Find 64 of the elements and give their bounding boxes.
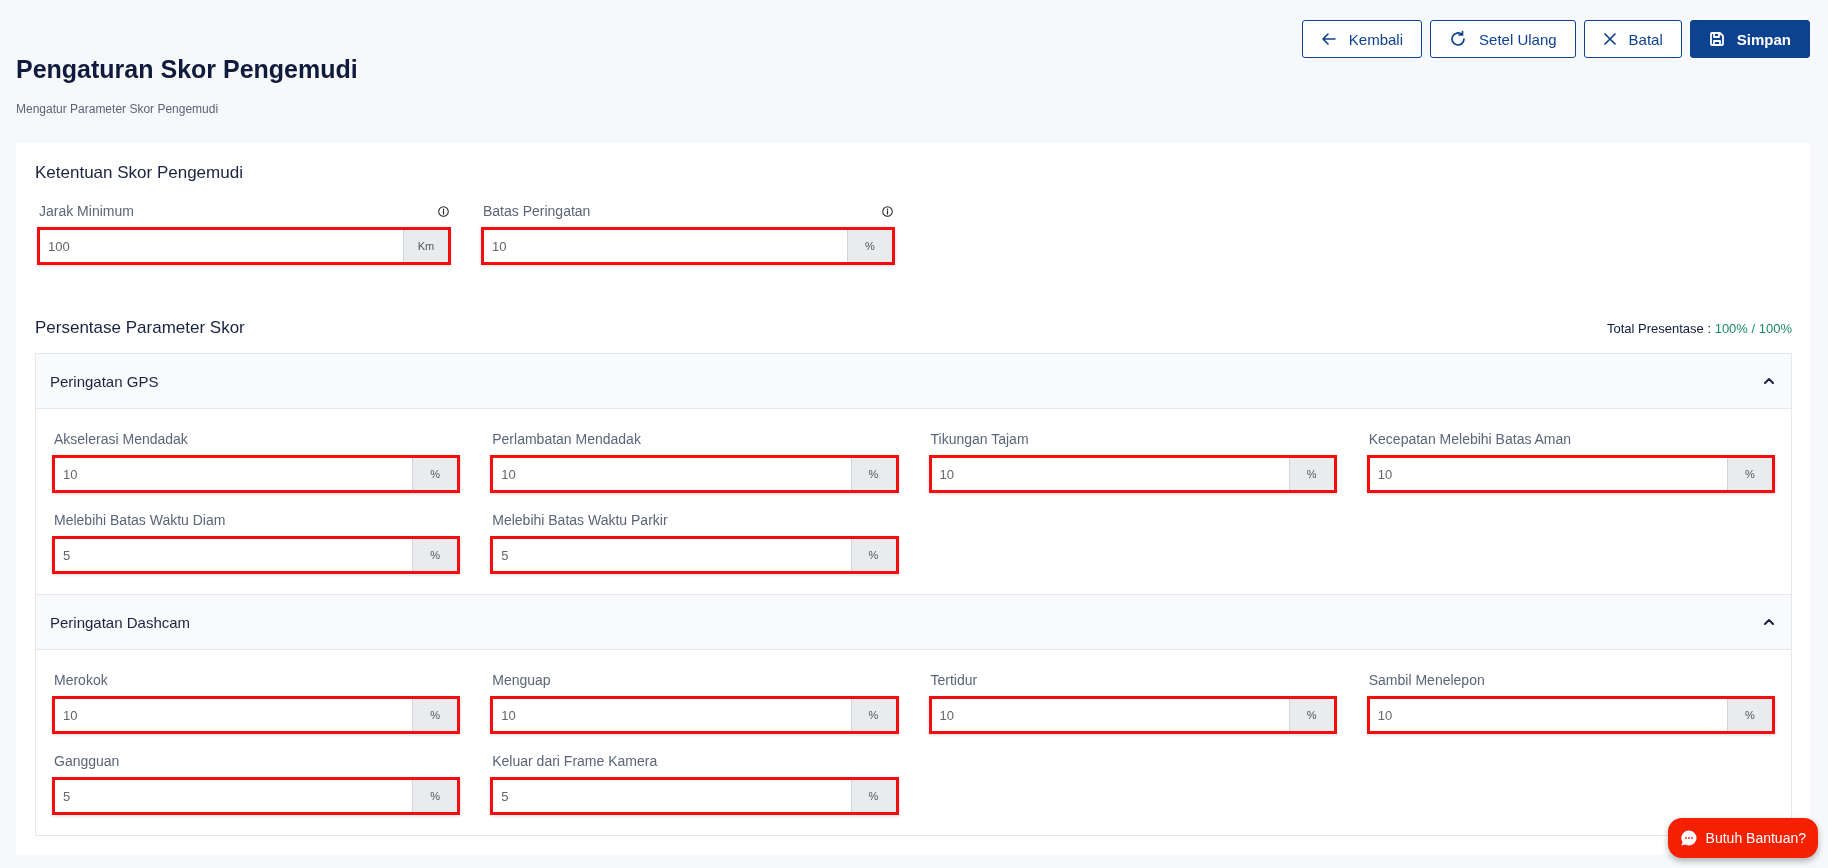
input-field[interactable]: 10 % xyxy=(481,227,895,265)
input-field[interactable]: 100 Km xyxy=(37,227,451,265)
unit-label: Km xyxy=(403,230,448,262)
input-field[interactable]: 5 % xyxy=(52,536,461,574)
unit-label: % xyxy=(1288,458,1334,490)
input-field[interactable]: 10 % xyxy=(52,455,461,493)
unit-label: % xyxy=(850,780,896,812)
field-label: Menguap xyxy=(492,672,551,688)
field-label: Keluar dari Frame Kamera xyxy=(492,753,658,769)
unit-label: % xyxy=(850,458,896,490)
section-heading: Persentase Parameter Skor xyxy=(35,318,245,338)
page-subtitle: Mengatur Parameter Skor Pengemudi xyxy=(16,102,220,116)
field-label: Merokok xyxy=(54,672,108,688)
chevron-up-icon[interactable] xyxy=(1763,377,1775,385)
field-label: Gangguan xyxy=(54,753,120,769)
info-icon[interactable] xyxy=(882,205,893,217)
page-title: Pengaturan Skor Pengemudi xyxy=(16,55,358,84)
section-title: Peringatan GPS xyxy=(50,372,159,390)
unit-label: % xyxy=(1727,458,1772,490)
field-label: Perlambatan Mendadak xyxy=(492,431,641,447)
save-button[interactable]: Simpan xyxy=(1689,20,1810,58)
refresh-icon xyxy=(1449,30,1468,48)
field-label: Batas Peringatan xyxy=(483,203,591,219)
field-label: Tikungan Tajam xyxy=(930,431,1029,447)
unit-label: % xyxy=(850,699,896,731)
input-field[interactable]: 5 % xyxy=(490,536,899,574)
unit-label: % xyxy=(412,458,458,490)
unit-label: % xyxy=(412,699,458,731)
input-field[interactable]: 5 % xyxy=(52,777,461,815)
accordion-header[interactable]: Peringatan Dashcam xyxy=(36,595,1791,650)
field-label: Kecepatan Melebihi Batas Aman xyxy=(1368,431,1572,447)
field-label: Tertidur xyxy=(930,672,978,688)
field-label: Sambil Menelepon xyxy=(1368,672,1485,688)
info-icon[interactable] xyxy=(438,205,449,217)
chat-bubble-icon xyxy=(1679,829,1698,847)
unit-label: % xyxy=(1288,699,1334,731)
close-icon xyxy=(1602,32,1617,46)
field-label: Melebihi Batas Waktu Parkir xyxy=(492,512,668,528)
input-field[interactable]: 10 % xyxy=(490,696,899,734)
field-label: Akselerasi Mendadak xyxy=(54,431,188,447)
accordion-header[interactable]: Peringatan GPS xyxy=(36,354,1791,409)
input-field[interactable]: 5 % xyxy=(490,777,899,815)
unit-label: % xyxy=(847,230,892,262)
unit-label: % xyxy=(850,539,896,571)
back-button[interactable]: Kembali xyxy=(1301,20,1423,58)
section-heading: Ketentuan Skor Pengemudi xyxy=(35,163,244,183)
arrow-left-icon xyxy=(1320,31,1337,47)
unit-label: % xyxy=(1727,699,1772,731)
input-field[interactable]: 10 % xyxy=(928,696,1337,734)
unit-label: % xyxy=(412,780,458,812)
input-field[interactable]: 10 % xyxy=(52,696,461,734)
total-percentage: Total Presentase : 100% / 100% xyxy=(1607,320,1792,336)
input-field[interactable]: 10 % xyxy=(490,455,899,493)
field-label: Jarak Minimum xyxy=(39,203,134,219)
help-button[interactable]: Butuh Bantuan? xyxy=(1667,818,1818,858)
section-title: Peringatan Dashcam xyxy=(50,613,191,631)
field-label: Melebihi Batas Waktu Diam xyxy=(54,512,226,528)
chevron-up-icon[interactable] xyxy=(1763,618,1775,626)
input-field[interactable]: 10 % xyxy=(928,455,1337,493)
cancel-button[interactable]: Batal xyxy=(1583,20,1682,58)
unit-label: % xyxy=(412,539,458,571)
input-field[interactable]: 10 % xyxy=(1366,455,1775,493)
reset-button[interactable]: Setel Ulang xyxy=(1430,20,1576,58)
input-field[interactable]: 10 % xyxy=(1366,696,1775,734)
